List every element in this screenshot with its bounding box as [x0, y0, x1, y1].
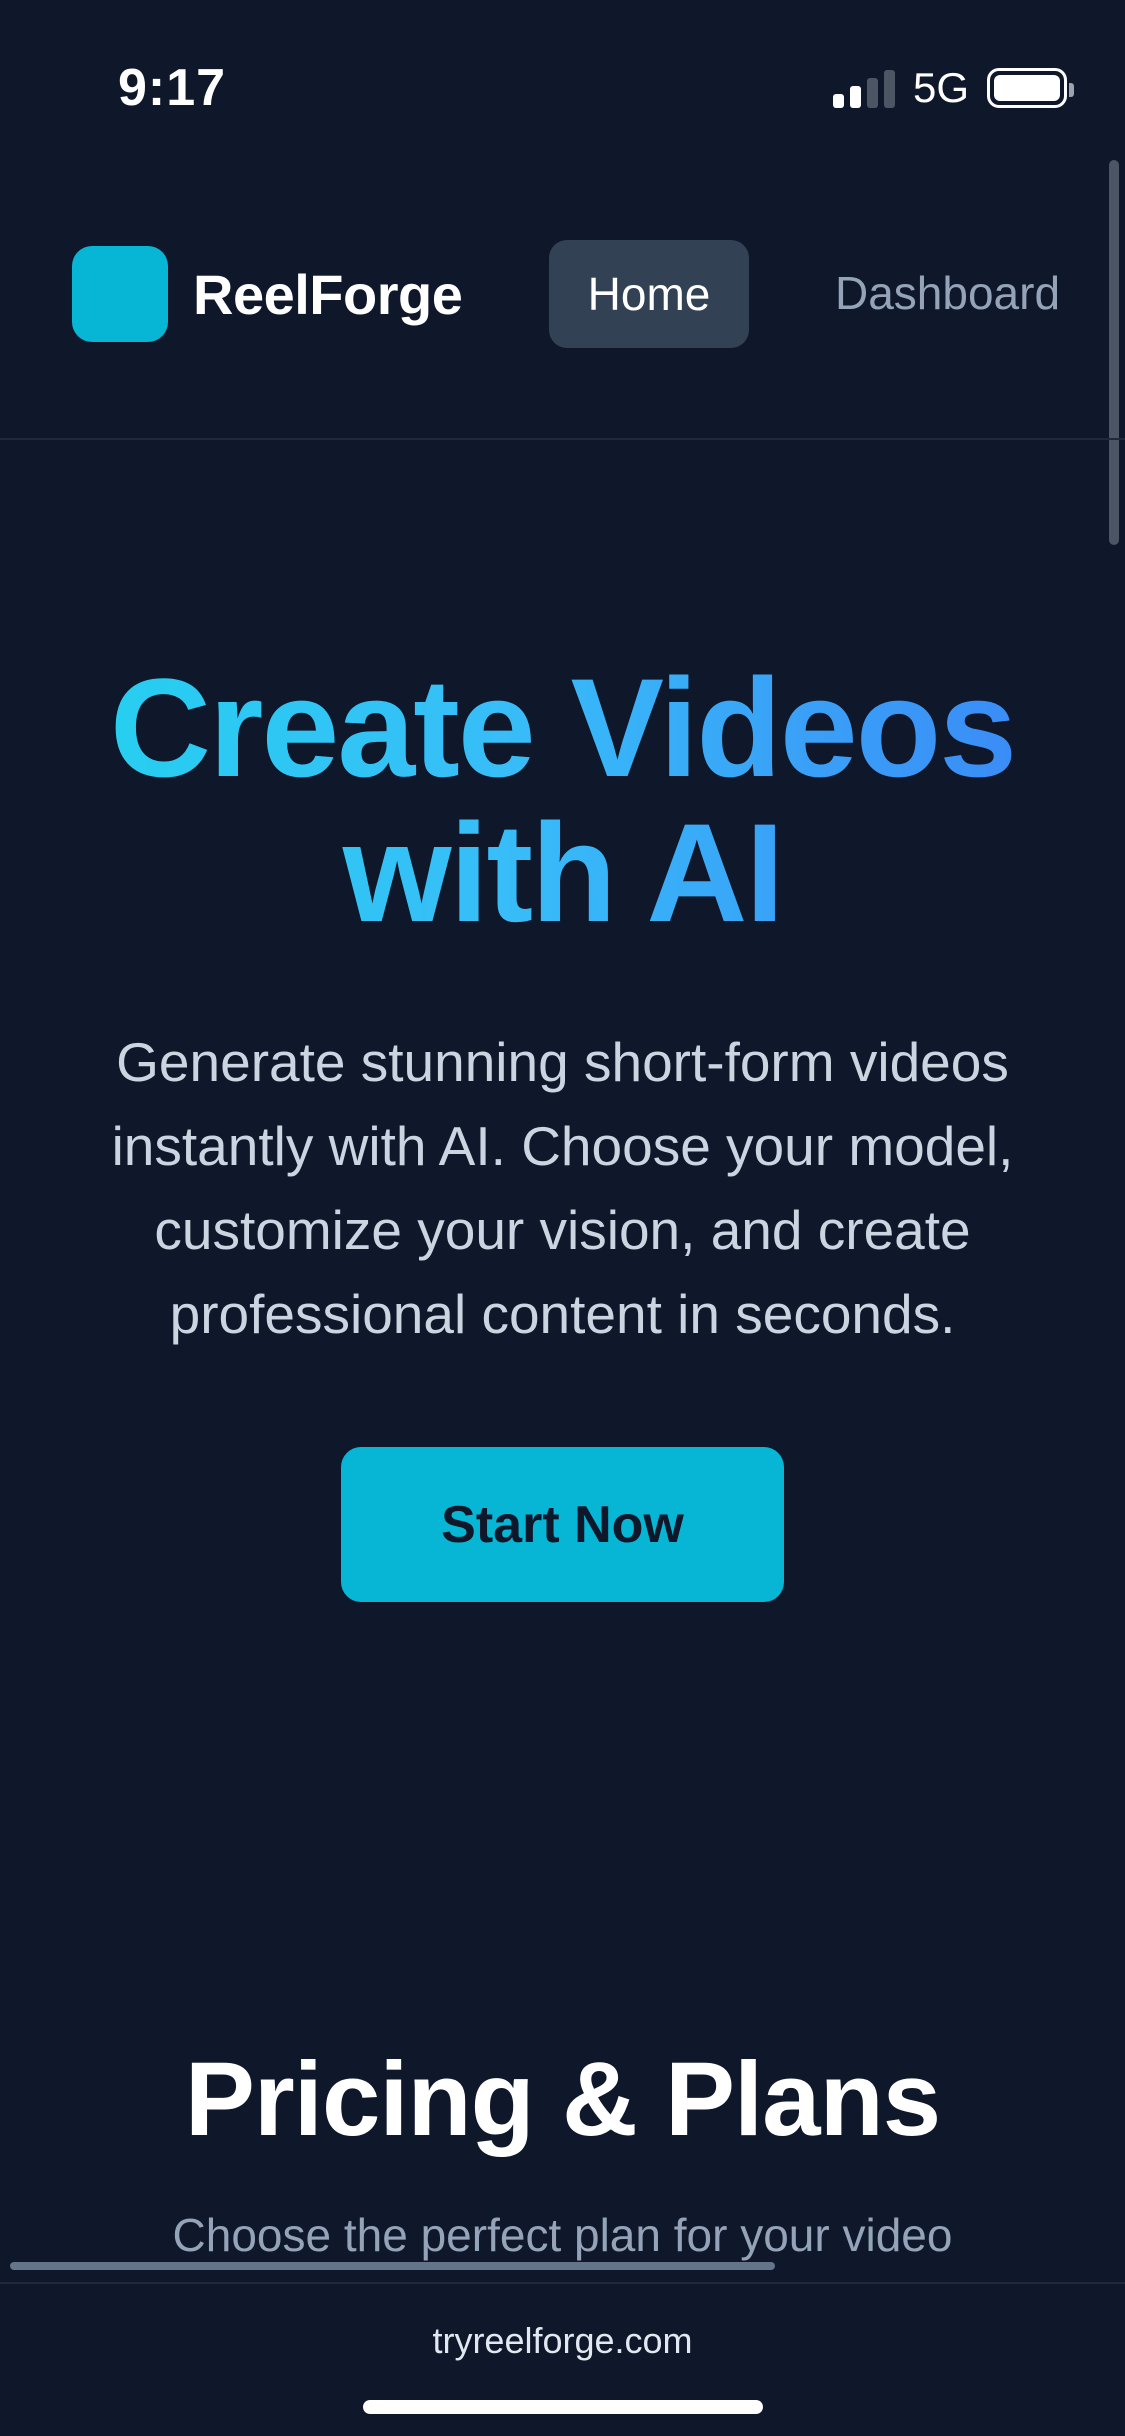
nav-dashboard-link[interactable]: Dashboard: [835, 266, 1060, 320]
pricing-subtitle: Choose the perfect plan for your video: [172, 2209, 953, 2261]
hero-title-line1: Create Videos: [109, 649, 1016, 806]
battery-icon: [987, 68, 1074, 108]
home-indicator[interactable]: [363, 2400, 763, 2414]
network-type: 5G: [912, 64, 969, 111]
battery-level: [994, 75, 1060, 101]
status-time: 9:17: [118, 59, 227, 117]
status-indicators: 5G: [832, 64, 1074, 112]
hero-title: Create Videos with AI: [0, 655, 1125, 945]
browser-address-bar[interactable]: tryreelforge.com: [0, 2282, 1125, 2436]
pricing-title: Pricing & Plans: [184, 2041, 941, 2158]
navbar: ReelForge Home Dashboard: [0, 210, 1125, 440]
cellular-signal-icon: [832, 68, 895, 108]
page: 9:17 5G ReelForge Home Dashboard Create …: [0, 0, 1125, 2436]
hero-description: Generate stunning short-form videos inst…: [111, 1031, 1014, 1345]
url-text[interactable]: tryreelforge.com: [0, 2320, 1125, 2362]
start-now-button[interactable]: Start Now: [341, 1447, 784, 1602]
brand-name[interactable]: ReelForge: [193, 262, 463, 327]
nav-home-link[interactable]: Home: [549, 240, 749, 348]
hero-title-line2: with AI: [342, 794, 783, 951]
horizontal-scrollbar[interactable]: [10, 2262, 775, 2270]
status-bar: 9:17 5G: [0, 0, 1125, 180]
logo-icon[interactable]: [72, 246, 168, 342]
